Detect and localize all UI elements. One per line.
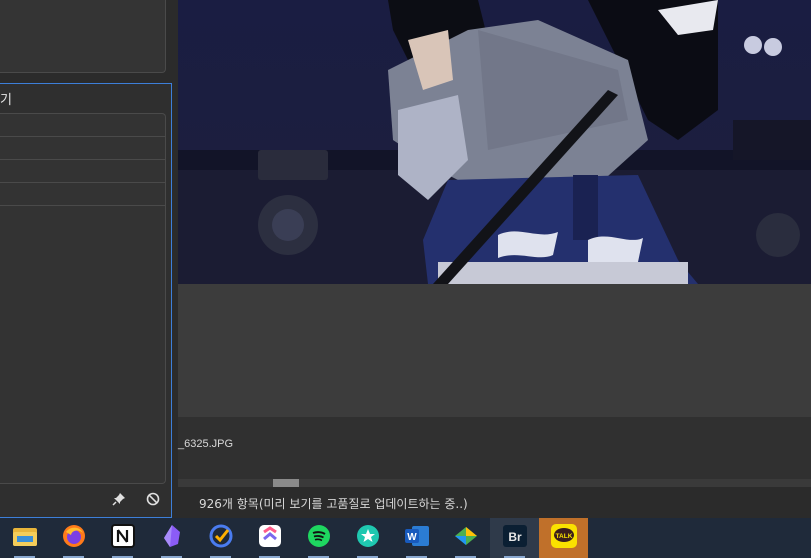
- kakaotalk-icon-label: TALK: [555, 533, 572, 540]
- svg-text:W: W: [407, 532, 417, 543]
- metadata-row: [0, 114, 165, 137]
- firefox-icon: [62, 524, 86, 552]
- taskbar-clickup[interactable]: [245, 518, 294, 558]
- panel-actions: [111, 491, 161, 507]
- status-bar: 926개 항목(미리 보기를 고품질로 업데이트하는 중..): [178, 487, 811, 518]
- status-text: 926개 항목(미리 보기를 고품질로 업데이트하는 중..): [199, 497, 468, 511]
- adobe-bridge-icon-label: Br: [508, 530, 522, 544]
- no-entry-icon[interactable]: [145, 491, 161, 507]
- pin-icon[interactable]: [111, 491, 127, 507]
- obsidian-icon: [161, 524, 183, 552]
- metadata-row: [0, 137, 165, 160]
- taskbar-bookmark-star[interactable]: [343, 518, 392, 558]
- taskbar-bridge-app[interactable]: [441, 518, 490, 558]
- taskbar-kakaotalk[interactable]: TALK: [539, 518, 588, 558]
- scrollbar-thumb[interactable]: [273, 479, 299, 487]
- notion-icon: [110, 524, 135, 552]
- spotify-icon: [307, 524, 331, 552]
- adobe-bridge-icon: Br: [502, 525, 527, 551]
- bridge-app-icon: [453, 525, 479, 551]
- ticktick-icon: [209, 524, 233, 552]
- taskbar-adobe-bridge[interactable]: Br: [490, 518, 539, 558]
- word-icon: W: [404, 525, 430, 551]
- photo-preview[interactable]: [178, 0, 811, 284]
- metadata-row: [0, 183, 165, 206]
- bookmark-star-icon: [356, 524, 380, 552]
- metadata-box: [0, 113, 166, 484]
- preview-panel-title: 기: [0, 93, 12, 108]
- clickup-icon: [258, 524, 282, 552]
- taskbar-obsidian[interactable]: [147, 518, 196, 558]
- thumbnail-strip[interactable]: _6325.JPG: [178, 417, 811, 479]
- file-explorer-icon: [12, 526, 37, 550]
- taskbar-firefox[interactable]: [49, 518, 98, 558]
- content-area[interactable]: [178, 284, 811, 417]
- taskbar-word[interactable]: W: [392, 518, 441, 558]
- kakaotalk-icon: TALK: [550, 524, 577, 552]
- taskbar-spotify[interactable]: [294, 518, 343, 558]
- metadata-row: [0, 160, 165, 183]
- horizontal-scrollbar[interactable]: [178, 479, 811, 487]
- left-top-panel: [0, 0, 166, 73]
- thumbnail-filename[interactable]: _6325.JPG: [178, 438, 233, 450]
- taskbar-ticktick[interactable]: [196, 518, 245, 558]
- panel-separator: [0, 73, 172, 83]
- taskbar-file-explorer[interactable]: [0, 518, 49, 558]
- preview-panel: 기: [0, 83, 172, 518]
- taskbar-notion[interactable]: [98, 518, 147, 558]
- taskbar: W Br TALK: [0, 518, 811, 558]
